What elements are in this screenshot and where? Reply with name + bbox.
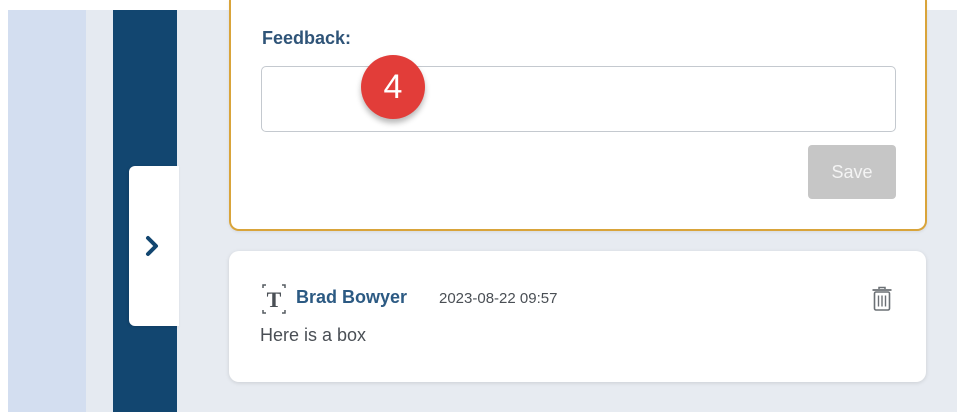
feedback-form: Feedback: Save [229,0,927,231]
comment-author-link[interactable]: Brad Bowyer [296,287,407,308]
feedback-label: Feedback: [262,28,352,48]
background-panel [8,10,86,412]
step-marker-badge: 4 [361,55,425,119]
trash-icon[interactable] [870,285,894,313]
app-viewport: Feedback: Save 4 T Brad Bowyer 2023-08-2… [0,0,965,412]
comment-text: Here is a box [260,325,367,345]
background-gutter [86,10,113,412]
comment-item: T Brad Bowyer 2023-08-22 09:57 Here is a… [229,251,926,382]
comment-timestamp: 2023-08-22 09:57 [439,290,558,307]
feedback-input[interactable] [261,66,896,132]
svg-text:T: T [267,287,282,312]
chevron-right-icon [146,236,158,256]
sidebar-expand-button[interactable] [129,166,179,326]
text-type-icon: T [260,284,288,314]
save-button[interactable]: Save [808,145,896,199]
